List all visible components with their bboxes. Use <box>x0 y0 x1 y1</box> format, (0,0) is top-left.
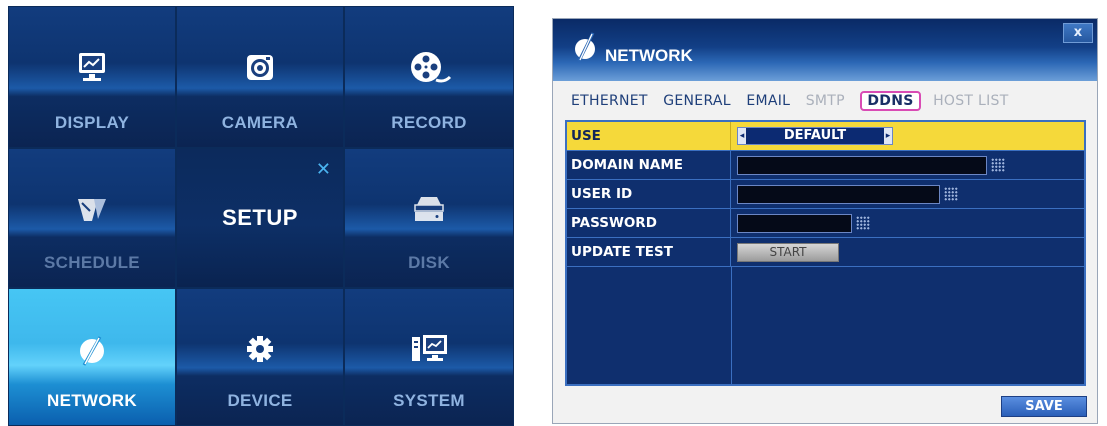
use-select-value: DEFAULT <box>783 128 847 143</box>
setting-row-update-test: UPDATE TEST START <box>567 238 1084 267</box>
password-input[interactable] <box>737 214 852 233</box>
menu-tile-disk[interactable]: DISK <box>344 148 514 288</box>
start-button[interactable]: START <box>737 243 839 262</box>
tab-smtp[interactable]: SMTP <box>806 93 845 109</box>
setting-label: USER ID <box>567 180 731 208</box>
menu-tile-system[interactable]: SYSTEM <box>344 288 514 426</box>
menu-tile-label: DEVICE <box>227 391 293 410</box>
setting-row-domain-name: DOMAIN NAME <box>567 151 1084 180</box>
keyboard-icon[interactable] <box>856 216 870 230</box>
schedule-icon <box>9 189 175 229</box>
menu-tile-label: CAMERA <box>221 113 299 132</box>
system-icon <box>345 329 513 369</box>
tab-general[interactable]: GENERAL <box>663 93 731 109</box>
dialog-titlebar: NETWORK x <box>553 19 1097 81</box>
setting-row-use[interactable]: USE ◂ DEFAULT ▸ <box>567 122 1084 151</box>
setting-label: DOMAIN NAME <box>567 151 731 179</box>
tab-bar: ETHERNET GENERAL EMAIL SMTP DDNS HOST LI… <box>571 91 1020 115</box>
dialog-title: NETWORK <box>605 46 693 65</box>
setting-label: UPDATE TEST <box>567 238 731 266</box>
menu-tile-device[interactable]: DEVICE <box>176 288 344 426</box>
menu-tile-display[interactable]: DISPLAY <box>8 6 176 148</box>
menu-tile-camera[interactable]: CAMERA <box>176 6 344 148</box>
arrow-left-icon[interactable]: ◂ <box>738 128 746 144</box>
tab-email[interactable]: EMAIL <box>746 93 790 109</box>
disk-icon <box>345 189 513 229</box>
close-icon[interactable]: ✕ <box>316 159 331 180</box>
camera-icon <box>177 47 343 87</box>
gear-icon <box>177 329 343 369</box>
setting-row-user-id: USER ID <box>567 180 1084 209</box>
user-id-input[interactable] <box>737 185 940 204</box>
save-button[interactable]: SAVE <box>1001 396 1087 417</box>
setting-label: PASSWORD <box>567 209 731 237</box>
tab-ethernet[interactable]: ETHERNET <box>571 93 648 109</box>
arrow-right-icon[interactable]: ▸ <box>884 128 892 144</box>
menu-tile-schedule[interactable]: SCHEDULE <box>8 148 176 288</box>
menu-tile-label: RECORD <box>391 113 467 132</box>
ddns-settings-panel: USE ◂ DEFAULT ▸ DOMAIN NAME USER ID PASS… <box>565 120 1086 386</box>
film-reel-icon <box>345 47 513 87</box>
tab-host-list[interactable]: HOST LIST <box>933 93 1009 109</box>
domain-name-input[interactable] <box>737 156 987 175</box>
keyboard-icon[interactable] <box>944 187 958 201</box>
menu-tile-label: SYSTEM <box>393 391 465 410</box>
setting-label: USE <box>567 122 731 150</box>
setup-title: SETUP <box>222 205 298 230</box>
network-dialog: NETWORK x ETHERNET GENERAL EMAIL SMTP DD… <box>552 18 1098 424</box>
setup-menu-grid: DISPLAY CAMERA RECORD SCHEDULE ✕ SETUP D… <box>8 6 514 426</box>
panel-divider <box>731 266 732 384</box>
setup-center-tile: ✕ SETUP <box>176 148 344 288</box>
menu-tile-label: DISPLAY <box>54 113 130 132</box>
display-icon <box>9 47 175 87</box>
tab-ddns[interactable]: DDNS <box>860 91 921 111</box>
menu-tile-record[interactable]: RECORD <box>344 6 514 148</box>
keyboard-icon[interactable] <box>991 158 1005 172</box>
menu-tile-label: NETWORK <box>47 391 137 410</box>
network-icon <box>571 27 601 67</box>
close-button[interactable]: x <box>1063 23 1093 43</box>
setting-row-password: PASSWORD <box>567 209 1084 238</box>
menu-tile-label: DISK <box>408 253 450 272</box>
network-icon <box>9 329 175 369</box>
menu-tile-network[interactable]: NETWORK <box>8 288 176 426</box>
use-select[interactable]: ◂ DEFAULT ▸ <box>737 127 893 145</box>
menu-tile-label: SCHEDULE <box>44 253 140 272</box>
